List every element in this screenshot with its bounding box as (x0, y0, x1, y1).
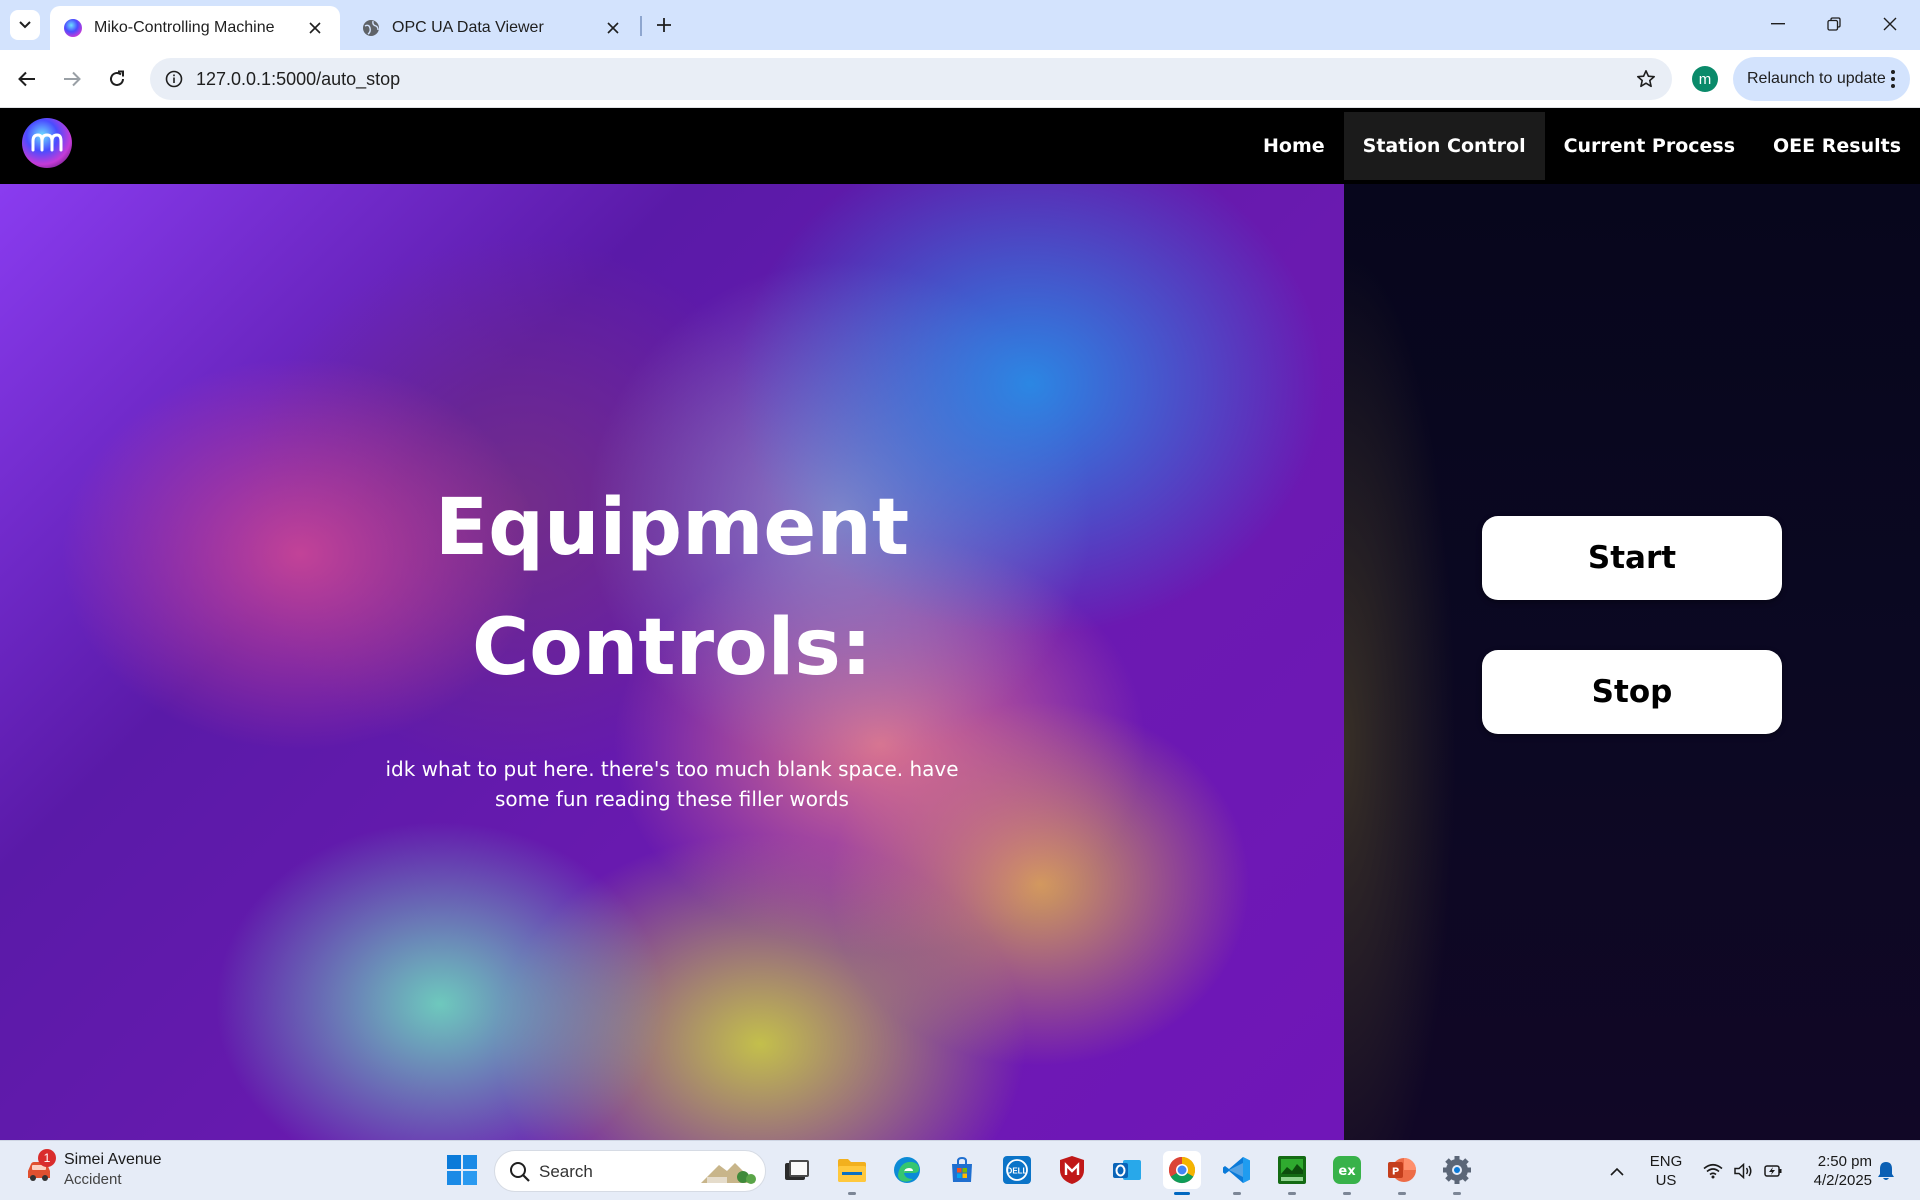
url-text[interactable]: 127.0.0.1:5000/auto_stop (196, 69, 400, 90)
tab-search-button[interactable] (10, 10, 40, 40)
weather-title: Simei Avenue (64, 1151, 162, 1168)
windows-taskbar: 1 Simei Avenue Accident Search DELL ex P… (0, 1140, 1920, 1200)
weather-widget[interactable]: 1 Simei Avenue Accident (20, 1149, 200, 1193)
restore-icon (1827, 17, 1841, 31)
forward-button[interactable] (56, 63, 88, 95)
site-logo[interactable] (22, 118, 72, 168)
relaunch-to-update-button[interactable]: Relaunch to update (1733, 57, 1910, 101)
wifi-icon[interactable] (1700, 1141, 1726, 1200)
tab-opc-ua-data-viewer[interactable]: OPC UA Data Viewer (348, 6, 638, 50)
notifications-bell-icon[interactable] (1872, 1141, 1900, 1200)
globe-icon (362, 19, 380, 37)
close-tab-icon[interactable] (304, 17, 326, 39)
chevron-up-icon (1610, 1167, 1624, 1176)
tab-miko-controlling-machine[interactable]: Miko-Controlling Machine (50, 6, 340, 50)
control-panel: Start Stop (1344, 184, 1920, 1140)
svg-text:P: P (1392, 1167, 1399, 1178)
microsoft-store-icon[interactable] (943, 1151, 981, 1189)
reload-icon (110, 70, 124, 86)
minimize-icon (1771, 23, 1785, 25)
chevron-down-icon (19, 21, 31, 29)
nav-links: Home Station Control Current Process OEE… (1244, 112, 1920, 180)
vscode-icon[interactable] (1218, 1151, 1256, 1195)
mcafee-icon[interactable] (1053, 1151, 1091, 1189)
hero-section: Equipment Controls: idk what to put here… (0, 184, 1344, 1140)
page-title-line-2: Controls: (471, 603, 873, 693)
browser-tabstrip: Miko-Controlling Machine OPC UA Data Vie… (0, 0, 1920, 50)
tab-separator (640, 16, 642, 36)
site-favicon-icon (64, 19, 82, 37)
site-navbar: Home Station Control Current Process OEE… (0, 108, 1920, 184)
arrow-left-icon (18, 71, 35, 87)
tab-title: OPC UA Data Viewer (392, 19, 544, 36)
close-icon (1883, 17, 1897, 31)
edge-icon[interactable] (888, 1151, 926, 1189)
site-info-icon[interactable] (162, 67, 186, 91)
powerpoint-icon[interactable]: P (1383, 1151, 1421, 1195)
start-button[interactable]: Start (1482, 516, 1782, 600)
logo-mark-icon (31, 133, 63, 152)
settings-icon[interactable] (1438, 1151, 1476, 1195)
back-button[interactable] (11, 63, 43, 95)
taskbar-search[interactable]: Search (494, 1150, 766, 1192)
volume-icon[interactable] (1730, 1141, 1756, 1200)
relaunch-label: Relaunch to update (1747, 70, 1886, 87)
svg-text:ex: ex (1338, 1164, 1356, 1179)
dell-icon[interactable]: DELL (998, 1151, 1036, 1189)
arrow-right-icon (64, 71, 81, 87)
nav-home[interactable]: Home (1244, 112, 1344, 180)
weather-subtitle: Accident (64, 1171, 122, 1188)
bookmark-star-icon[interactable] (1634, 67, 1658, 91)
keyboard-region: US (1655, 1172, 1677, 1189)
search-icon (510, 1162, 530, 1182)
page-title-line-1: Equipment (434, 483, 910, 573)
close-window-button[interactable] (1862, 0, 1918, 48)
tab-title: Miko-Controlling Machine (94, 19, 275, 36)
hero-subtitle: idk what to put here. there's too much b… (385, 757, 959, 811)
address-bar[interactable]: 127.0.0.1:5000/auto_stop (150, 58, 1672, 100)
minimize-button[interactable] (1750, 0, 1806, 48)
more-menu-icon (1891, 70, 1895, 88)
taskbar-search-placeholder: Search (539, 1162, 593, 1181)
close-tab-icon[interactable] (602, 17, 624, 39)
new-tab-button[interactable] (650, 11, 678, 39)
green-app-icon[interactable] (1273, 1151, 1311, 1195)
outlook-icon[interactable] (1108, 1151, 1146, 1189)
plus-icon (657, 18, 671, 32)
restore-button[interactable] (1806, 0, 1862, 48)
task-view-icon[interactable] (778, 1151, 816, 1189)
stop-button[interactable]: Stop (1482, 650, 1782, 734)
clock-date: 4/2/2025 (1813, 1172, 1872, 1189)
chrome-icon[interactable] (1163, 1151, 1201, 1195)
show-hidden-icons-button[interactable] (1602, 1141, 1632, 1200)
file-explorer-icon[interactable] (833, 1151, 871, 1195)
reload-button[interactable] (101, 63, 133, 95)
profile-avatar[interactable]: m (1692, 66, 1718, 92)
search-highlight-icon (701, 1163, 756, 1184)
clock[interactable]: 2:50 pm 4/2/2025 (1796, 1141, 1872, 1200)
browser-toolbar: 127.0.0.1:5000/auto_stop m Relaunch to u… (0, 50, 1920, 108)
input-language-indicator[interactable]: ENG US (1646, 1141, 1686, 1200)
nav-station-control[interactable]: Station Control (1343, 112, 1545, 180)
excel-extension-icon[interactable]: ex (1328, 1151, 1366, 1195)
language-code: ENG (1649, 1153, 1683, 1170)
clock-time: 2:50 pm (1817, 1153, 1872, 1170)
weather-alert-badge: 1 (38, 1149, 56, 1167)
battery-icon[interactable] (1760, 1141, 1786, 1200)
windows-start-button[interactable] (446, 1154, 478, 1186)
nav-current-process[interactable]: Current Process (1545, 112, 1754, 180)
nav-oee-results[interactable]: OEE Results (1754, 112, 1920, 180)
windows-logo-icon (447, 1155, 477, 1185)
svg-text:DELL: DELL (1007, 1167, 1028, 1176)
